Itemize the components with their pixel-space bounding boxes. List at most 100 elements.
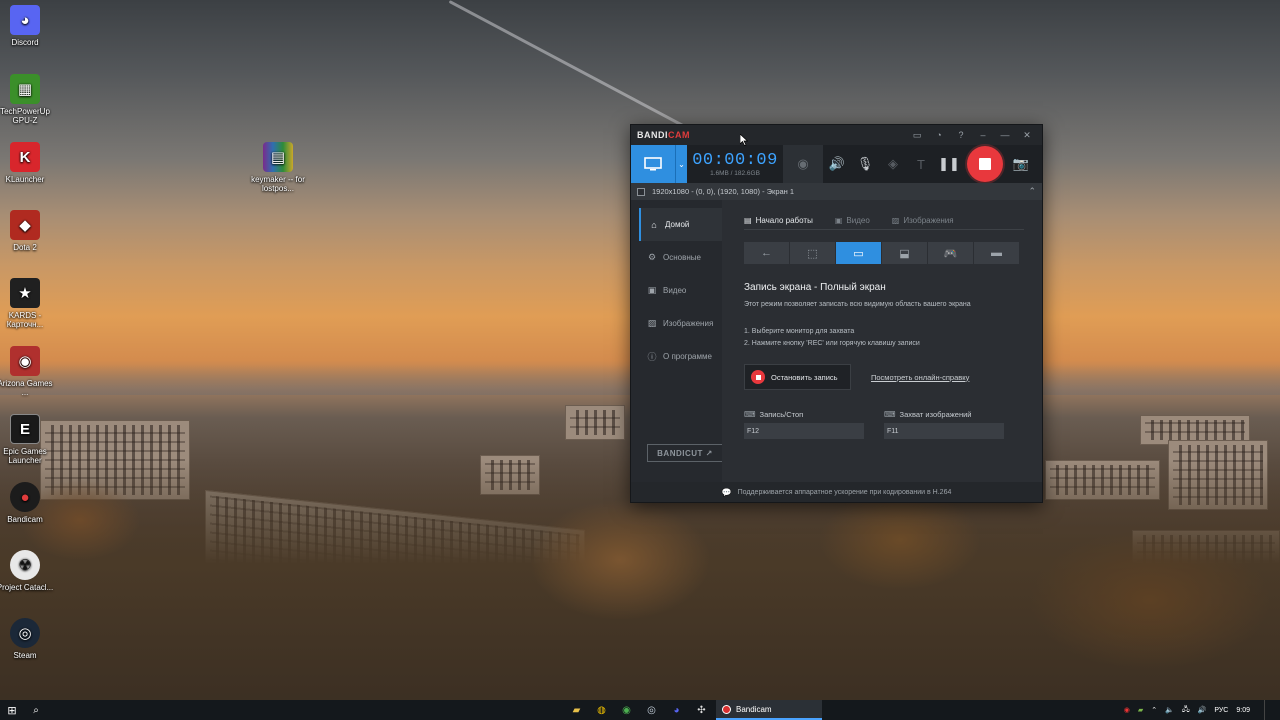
- main-panel: ▤ Начало работы ▣ Видео ▨ Изображения ← ⬚ ▭…: [722, 200, 1042, 484]
- tab-video[interactable]: ▣ Видео: [835, 212, 870, 229]
- record-hotkey-field[interactable]: F12: [744, 423, 864, 439]
- capture-target-text: 1920x1080 - (0, 0), (1920, 1080) - Экран…: [652, 187, 795, 196]
- instruction-step: 1. Выберите монитор для захвата: [744, 328, 855, 335]
- around-mouse-icon[interactable]: ⬓: [882, 242, 928, 264]
- gear-icon: ⚙: [647, 252, 657, 262]
- close-icon[interactable]: ✕: [1016, 125, 1038, 145]
- sidebar-item-video[interactable]: ▣ Видео: [639, 274, 722, 307]
- pin-icon[interactable]: –: [972, 125, 994, 145]
- tab-label: Начало работы: [755, 216, 813, 225]
- desktop-icon-winrar-archive[interactable]: ▤ keymaker -- for lostpos...: [246, 142, 310, 193]
- desktop-icon-label: KARDS - Карточн...: [6, 311, 44, 329]
- show-desktop-button[interactable]: [1264, 700, 1276, 720]
- capture-hotkey-field[interactable]: F11: [884, 423, 1004, 439]
- tab-images[interactable]: ▨ Изображения: [892, 212, 954, 229]
- screen-mode-button[interactable]: [631, 145, 675, 183]
- steam-icon[interactable]: ◎: [639, 700, 664, 720]
- folder-icon[interactable]: ▭: [906, 125, 928, 145]
- bandicam-logo: BANDICAM: [637, 130, 690, 140]
- language-indicator[interactable]: РУС: [1214, 707, 1228, 714]
- help-icon[interactable]: ?: [950, 125, 972, 145]
- bandicut-button[interactable]: BANDICUT ↗: [647, 444, 723, 462]
- mouse-effect-icon[interactable]: ◈: [879, 145, 907, 183]
- desktop-icon-steam[interactable]: ◎ Steam: [0, 618, 57, 660]
- desktop-icon-arizona[interactable]: ◉ Arizona Games ...: [0, 346, 57, 397]
- capture-hotkey-label: Захват изображений: [899, 410, 972, 419]
- kards-icon: ★: [10, 278, 40, 308]
- chevron-up-icon[interactable]: ⌃: [1151, 706, 1157, 714]
- desktop-icon-kards[interactable]: ★ KARDS - Карточн...: [0, 278, 57, 329]
- desktop-icon-epic[interactable]: E Epic Games Launcher: [0, 414, 57, 465]
- clock[interactable]: 9:09: [1236, 707, 1250, 714]
- rectangle-area-icon[interactable]: ⬚: [790, 242, 836, 264]
- gpuz-icon: ▦: [10, 74, 40, 104]
- webcam-icon[interactable]: ◉: [783, 145, 823, 183]
- volume-icon[interactable]: 🔊: [1198, 706, 1207, 714]
- title-bar[interactable]: BANDICAM ▭ ◔ ? – — ✕: [631, 125, 1042, 145]
- building: [565, 405, 625, 440]
- stop-recording-button[interactable]: Остановить запись: [744, 364, 851, 390]
- sidebar-item-about[interactable]: ⓘ О программе: [639, 340, 722, 373]
- device-capture-icon[interactable]: ▬: [974, 242, 1020, 264]
- bandicam-tray-icon[interactable]: ◉: [1124, 706, 1130, 714]
- back-arrow-icon[interactable]: ←: [744, 242, 790, 264]
- camera-icon[interactable]: 📷: [1007, 145, 1035, 183]
- norton-icon[interactable]: ◍: [589, 700, 614, 720]
- fullscreen-mode-icon[interactable]: ▭: [836, 242, 882, 264]
- epic-games-icon: E: [10, 414, 40, 444]
- microphone-icon[interactable]: 🎙: [851, 145, 879, 183]
- image-icon: ▨: [891, 216, 900, 225]
- game-icon[interactable]: ✣: [689, 700, 714, 720]
- desktop-icon-bandicam[interactable]: ● Bandicam: [0, 482, 57, 524]
- mode-dropdown-button[interactable]: ⌄: [675, 145, 687, 183]
- tab-getting-started[interactable]: ▤ Начало работы: [744, 212, 813, 229]
- instructions: 1. Выберите монитор для захвата 2. Нажми…: [744, 326, 1024, 350]
- speaker-icon[interactable]: 🔊: [823, 145, 851, 183]
- record-hotkey-label: Запись/Стоп: [759, 410, 804, 419]
- desktop-icon-label: Project Catacl...: [0, 583, 54, 592]
- mouse-cursor-icon: [740, 134, 748, 146]
- desktop-icon-discord[interactable]: ◕ Discord: [0, 5, 57, 47]
- clock-icon[interactable]: ◔: [928, 125, 950, 145]
- online-help-link[interactable]: Посмотреть онлайн-справку: [871, 373, 969, 382]
- arizona-icon: ◉: [10, 346, 40, 376]
- sidebar-item-label: Изображения: [663, 319, 714, 328]
- sidebar-item-general[interactable]: ⚙ Основные: [639, 241, 722, 274]
- gamepad-icon[interactable]: 🎮: [928, 242, 974, 264]
- discord-icon[interactable]: ◕: [664, 700, 689, 720]
- search-icon[interactable]: ⌕: [24, 700, 48, 720]
- file-explorer-icon[interactable]: ▰: [564, 700, 589, 720]
- stop-record-button[interactable]: [967, 146, 1003, 182]
- speaker-icon[interactable]: 🔈: [1165, 706, 1174, 714]
- instruction-step: 2. Нажмите кнопку 'REC' или горячую клав…: [744, 340, 920, 347]
- taskbar-apps: ▰ ◍ ◉ ◎ ◕ ✣ Bandicam: [564, 700, 822, 720]
- desktop-icon-cataclysm[interactable]: ☢ Project Catacl...: [0, 550, 57, 592]
- desktop-icon-gpuz[interactable]: ▦ TechPowerUp GPU-Z: [0, 74, 57, 125]
- network-icon[interactable]: 🖧: [1182, 705, 1190, 716]
- desktop-icon-klauncher[interactable]: K KLauncher: [0, 142, 57, 184]
- bandicam-icon: [722, 704, 731, 714]
- info-icon: ⓘ: [647, 352, 657, 362]
- stop-icon: [751, 370, 765, 384]
- text-overlay-icon[interactable]: T: [907, 145, 935, 183]
- windows-start-icon[interactable]: ⊞: [0, 700, 24, 720]
- taskbar: ⊞ ⌕ ▰ ◍ ◉ ◎ ◕ ✣ Bandicam ◉ ▰ ⌃ 🔈 🖧 🔊 РУС…: [0, 700, 1280, 720]
- desktop-icon-label: Steam: [13, 651, 37, 660]
- target-checkbox[interactable]: [637, 187, 645, 196]
- nvidia-icon[interactable]: ▰: [1138, 706, 1143, 714]
- chevron-up-icon[interactable]: ⌃: [1028, 186, 1036, 197]
- taskbar-bandicam-button[interactable]: Bandicam: [716, 700, 822, 720]
- chrome-icon[interactable]: ◉: [614, 700, 639, 720]
- image-icon: ▨: [647, 318, 657, 328]
- record-toolbar: ⌄ 00:00:09 1.6MB / 182.6GB ◉ 🔊 🎙 ◈ T ❚❚ …: [631, 145, 1042, 183]
- sidebar: ⌂ Домой ⚙ Основные ▣ Видео ▨ Изображения…: [631, 200, 723, 484]
- mode-description: Этот режим позволяет записать всю видиму…: [744, 301, 971, 308]
- home-icon: ⌂: [651, 219, 657, 230]
- capture-mode-selector: ← ⬚ ▭ ⬓ 🎮 ▬: [744, 242, 1024, 264]
- sidebar-item-images[interactable]: ▨ Изображения: [639, 307, 722, 340]
- pause-icon[interactable]: ❚❚: [935, 145, 963, 183]
- minimize-icon[interactable]: —: [994, 125, 1016, 145]
- desktop-icon-dota2[interactable]: ◆ Dota 2: [0, 210, 57, 252]
- chat-icon: 💬: [721, 487, 732, 497]
- sidebar-item-home[interactable]: ⌂ Домой: [639, 208, 722, 241]
